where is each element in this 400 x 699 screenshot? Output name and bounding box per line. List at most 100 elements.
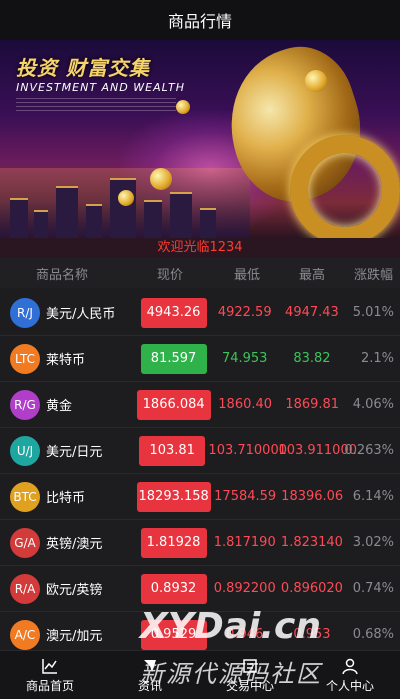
change-percent: 0.68%: [352, 627, 394, 642]
symbol-badge: R/G: [10, 389, 40, 420]
chart-icon: [42, 658, 57, 674]
symbol-badge: BTC: [10, 481, 40, 512]
price-cell: 81.597: [137, 343, 210, 374]
promo-banner[interactable]: 投资 财富交集 INVESTMENT AND WEALTH: [0, 40, 400, 238]
low-price: 1.817190: [213, 535, 276, 550]
symbol-badge: U/J: [10, 435, 40, 466]
change-percent: 0.74%: [352, 581, 394, 596]
current-price: 81.597: [140, 343, 207, 374]
banner-building: [110, 178, 136, 238]
change-percent: 2.1%: [360, 351, 394, 366]
low-price: 4922.59: [217, 305, 272, 320]
bottom-tab-bar: 商品首页 资讯 交易中心 个人中心: [0, 650, 400, 699]
quote-row[interactable]: G/A 英镑/澳元 1.81928 1.817190 1.823140 3.02%: [0, 520, 400, 566]
high-price: 4947.43: [285, 305, 339, 320]
quote-row[interactable]: R/J 美元/人民币 4943.26 4922.59 4947.43 5.01%: [0, 290, 400, 336]
table-header: 商品名称 现价 最低 最高 涨跌幅: [0, 258, 400, 288]
current-price: 0.8932: [140, 573, 207, 604]
banner-building: [10, 198, 28, 238]
banner-building: [86, 204, 102, 238]
low-price: 0.946: [226, 627, 264, 642]
quote-row[interactable]: R/G 黄金 1866.084 1860.40 1869.81 4.06%: [0, 382, 400, 428]
symbol-badge: R/J: [10, 297, 40, 328]
page-title: 商品行情: [167, 12, 232, 31]
banner-subheading: INVESTMENT AND WEALTH: [16, 81, 185, 94]
gold-coin-icon: [305, 70, 327, 92]
tab-profile[interactable]: 个人中心: [300, 651, 400, 699]
low-price: 17584.59: [214, 489, 277, 504]
low-price: 103.710000: [208, 443, 287, 458]
tab-profile-label: 个人中心: [325, 678, 374, 693]
tab-trade-label: 交易中心: [225, 678, 274, 693]
low-price: 0.892200: [213, 581, 276, 596]
gold-coin-icon: [176, 100, 190, 114]
change-percent: 3.02%: [352, 535, 394, 550]
high-price: 83.82: [293, 351, 331, 366]
change-percent: 6.14%: [352, 489, 394, 504]
quote-list: R/J 美元/人民币 4943.26 4922.59 4947.43 5.01% LTC 莱特…: [0, 290, 400, 658]
gold-coin-icon: [150, 168, 172, 190]
price-cell: 1.81928: [137, 527, 210, 558]
current-price: 4943.26: [140, 297, 207, 328]
price-cell: 0.9529: [137, 619, 210, 650]
instrument-name: 黄金: [46, 399, 73, 414]
header-price: 现价: [156, 267, 183, 283]
header-change: 涨跌幅: [353, 267, 393, 283]
instrument-name: 美元/人民币: [46, 307, 116, 322]
change-percent: 5.01%: [352, 305, 394, 320]
current-price: 103.81: [139, 435, 206, 466]
tab-home[interactable]: 商品首页: [0, 651, 100, 699]
banner-fine-print: [16, 98, 176, 114]
news-icon: [144, 659, 156, 672]
app: 商品行情 投资 财富交集 INVESTMENT AND WEALTH 欢迎光临1…: [0, 0, 400, 699]
gold-coin-icon: [118, 190, 134, 206]
symbol-badge: LTC: [10, 343, 40, 374]
tab-news[interactable]: 资讯: [100, 651, 200, 699]
high-price: 1.823140: [280, 535, 343, 550]
symbol-badge: A/C: [10, 619, 40, 650]
banner-building: [170, 192, 192, 238]
instrument-name: 英镑/澳元: [46, 537, 103, 552]
high-price: 0.953: [293, 627, 331, 642]
instrument-name: 比特币: [46, 491, 86, 506]
price-cell: 18293.158: [136, 481, 211, 512]
change-percent: 4.06%: [352, 397, 394, 412]
quote-row[interactable]: R/A 欧元/英镑 0.8932 0.892200 0.896020 0.74%: [0, 566, 400, 612]
high-price: 18396.06: [281, 489, 344, 504]
current-price: 1.81928: [140, 527, 207, 558]
price-cell: 4943.26: [137, 297, 210, 328]
low-price: 1860.40: [218, 397, 273, 412]
quote-row[interactable]: BTC 比特币 18293.158 17584.59 18396.06 6.14%: [0, 474, 400, 520]
low-price: 74.953: [221, 351, 268, 366]
header-high: 最高: [298, 267, 325, 283]
top-bar: 商品行情: [0, 0, 400, 40]
banner-heading: 投资 财富交集: [16, 56, 150, 80]
banner-building: [144, 200, 162, 238]
header-low: 最低: [233, 267, 260, 283]
welcome-marquee: 欢迎光临1234: [0, 238, 400, 258]
instrument-name: 莱特币: [46, 353, 86, 368]
quote-row[interactable]: U/J 美元/日元 103.81 103.710000 103.911000 0.263%: [0, 428, 400, 474]
current-price: 18293.158: [136, 481, 211, 512]
instrument-name: 美元/日元: [46, 445, 103, 460]
banner-building: [34, 210, 48, 238]
quote-row[interactable]: LTC 莱特币 81.597 74.953 83.82 2.1%: [0, 336, 400, 382]
tab-home-label: 商品首页: [25, 678, 74, 693]
instrument-name: 欧元/英镑: [46, 583, 103, 598]
banner-building: [56, 186, 78, 238]
trade-icon: [243, 658, 257, 673]
symbol-badge: G/A: [10, 527, 40, 558]
change-percent: 0.263%: [344, 443, 394, 458]
high-price: 0.896020: [280, 581, 343, 596]
price-cell: 1866.084: [136, 389, 211, 420]
price-cell: 0.8932: [137, 573, 210, 604]
price-cell: 103.81: [136, 435, 208, 466]
symbol-badge: R/A: [10, 573, 40, 604]
gold-ring-image: [290, 135, 400, 238]
high-price: 1869.81: [285, 397, 340, 412]
tab-news-label: 资讯: [137, 678, 162, 693]
header-name: 商品名称: [36, 267, 89, 283]
banner-building: [200, 208, 216, 238]
high-price: 103.911000: [278, 443, 357, 458]
tab-trade[interactable]: 交易中心: [200, 651, 300, 699]
